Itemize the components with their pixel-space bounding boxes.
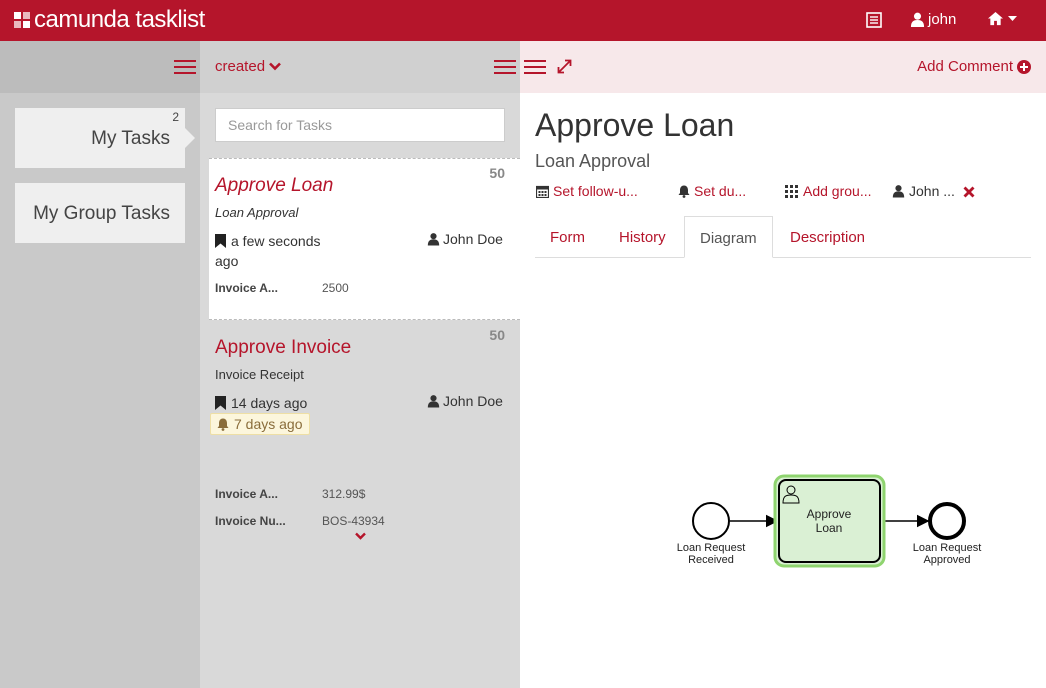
task-due-badge: 7 days ago [210,413,310,435]
user-menu[interactable]: john [910,11,956,28]
task-created-text: a few seconds ago [215,233,321,269]
tasklist-panel: created 50 Approve Loan Loan Approval a … [200,41,520,688]
task-priority: 50 [489,165,505,181]
task-due-text: 7 days ago [234,416,303,432]
start-event-label-1: Loan Request [677,542,746,554]
set-follow-up-button[interactable]: Set follow-u... [536,183,638,199]
start-event[interactable] [692,502,730,540]
task-label-1: Approve [807,507,852,521]
calendar-icon [536,185,549,198]
task-process: Invoice Receipt [215,367,304,382]
detail-collapse-icon[interactable] [524,60,546,76]
camunda-logo-icon [14,12,30,28]
bell-icon [678,185,690,198]
filters-collapse-icon[interactable] [174,60,196,76]
task-detail-panel: Add Comment Approve Loan Loan Approval S… [520,41,1046,688]
set-follow-up-label: Set follow-u... [553,183,638,199]
top-navbar: camunda tasklist john [0,0,1046,41]
list-icon[interactable] [866,12,882,28]
task-assignee: John Doe [427,231,503,247]
task-process-name: Loan Approval [535,151,651,171]
task-variable: Invoice Nu... BOS-43934 [215,514,385,528]
tasklist-toolbar: created [200,41,520,93]
filter-label: My Group Tasks [33,203,170,224]
task-name[interactable]: Approve Loan [215,175,333,197]
chevron-down-icon [269,62,281,71]
bpmn-diagram: Loan Request Received Approve Loan Loan … [677,474,982,568]
task-assignee: John Doe [427,393,503,409]
add-groups-button[interactable]: Add grou... [785,183,872,199]
sort-label: created [215,58,266,75]
brand-name: camunda tasklist [34,6,205,33]
detail-toolbar: Add Comment [520,41,1046,93]
add-comment-button[interactable]: Add Comment [917,58,1031,75]
start-event-label-2: Received [688,554,734,566]
user-icon [892,185,905,198]
brand[interactable]: camunda tasklist [14,6,205,34]
user-icon [427,395,440,408]
sort-dropdown[interactable]: created [215,58,281,75]
bookmark-icon [215,234,226,248]
plus-circle-icon [1017,59,1031,74]
tasklist-collapse-icon[interactable] [494,60,516,76]
task-item[interactable]: 50 Approve Invoice Invoice Receipt 14 da… [209,321,520,540]
bookmark-icon [215,396,226,410]
end-event[interactable] [928,502,966,540]
filter-my-tasks[interactable]: 2 My Tasks [15,108,195,168]
end-event-label-2: Approved [923,554,970,566]
task-variable: Invoice A... 312.99$ [215,487,365,501]
search-input[interactable] [215,108,505,142]
task-process: Loan Approval [215,205,299,220]
task-label-2: Loan [816,521,843,535]
home-icon [988,11,1003,26]
tab-form[interactable]: Form [535,216,600,258]
variable-key: Invoice A... [215,487,278,501]
task-assignee-name: John Doe [443,231,503,247]
add-groups-label: Add grou... [803,183,872,199]
groups-icon [785,184,798,198]
bell-icon [217,418,229,431]
filters-toolbar [0,41,200,93]
caret-down-icon [1008,15,1017,21]
tab-history[interactable]: History [604,216,681,258]
task-created: a few seconds ago [215,231,335,271]
fullscreen-icon[interactable] [557,59,572,74]
variable-value: BOS-43934 [322,514,385,528]
end-event-label-1: Loan Request [913,542,982,554]
variable-key: Invoice Nu... [215,514,286,528]
assignee-label: John ... [909,183,955,199]
variable-value: 312.99$ [322,487,366,501]
task-item[interactable]: 50 Approve Loan Loan Approval a few seco… [209,158,520,320]
tab-diagram[interactable]: Diagram [684,216,773,258]
task-name[interactable]: Approve Invoice [215,337,351,359]
task-created-text: 14 days ago [231,395,308,411]
user-icon [910,12,925,27]
assignee-field[interactable]: John ... [892,183,955,199]
task-title: Approve Loan [535,107,735,143]
expand-variables-icon[interactable] [355,532,366,540]
home-menu[interactable] [987,11,1017,26]
filter-count: 2 [172,110,179,124]
user-icon [427,233,440,246]
filter-label: My Tasks [91,128,170,149]
task-created: 14 days ago [215,393,355,413]
variable-value: 2500 [322,281,349,295]
tab-description[interactable]: Description [775,216,880,258]
filter-my-group-tasks[interactable]: My Group Tasks [15,183,185,243]
set-due-date-button[interactable]: Set du... [678,183,746,199]
add-comment-label: Add Comment [917,58,1013,75]
remove-assignee-icon[interactable] [963,186,975,198]
task-tabs: Form History Diagram Description [535,216,1031,258]
user-name: john [928,11,957,28]
filters-panel: 2 My Tasks My Group Tasks [0,41,200,688]
task-assignee-name: John Doe [443,393,503,409]
variable-key: Invoice A... [215,281,278,295]
task-priority: 50 [489,327,505,343]
set-due-date-label: Set du... [694,183,747,199]
task-variable: Invoice A... 2500 [215,281,349,295]
